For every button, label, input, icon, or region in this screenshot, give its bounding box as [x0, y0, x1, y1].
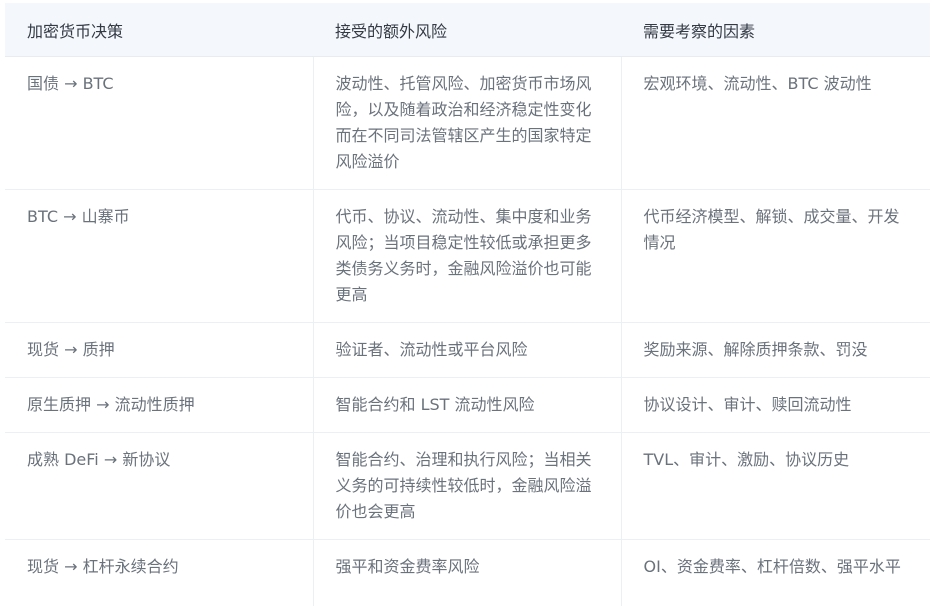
cell-decision: 成熟 DeFi → 新协议 [5, 432, 314, 540]
header-row: 加密货币决策 接受的额外风险 需要考察的因素 [5, 3, 930, 57]
cell-extra-risk: 验证者、流动性或平台风险 [313, 322, 622, 378]
cell-decision: 现货 → 杠杆永续合约 [5, 539, 314, 606]
cell-factors: OI、资金费率、杠杆倍数、强平水平 [621, 539, 930, 606]
header-factors: 需要考察的因素 [621, 3, 930, 57]
table-body: 国债 → BTC 波动性、托管风险、加密货币市场风险，以及随着政治和经济稳定性变… [5, 56, 930, 606]
header-decision: 加密货币决策 [5, 3, 313, 57]
comparison-table-container: 加密货币决策 接受的额外风险 需要考察的因素 国债 → BTC 波动性、托管风险… [5, 3, 930, 606]
table-row: BTC → 山寨币 代币、协议、流动性、集中度和业务风险；当项目稳定性较低或承担… [5, 189, 930, 323]
table-row: 原生质押 → 流动性质押 智能合约和 LST 流动性风险 协议设计、审计、赎回流… [5, 377, 930, 433]
cell-extra-risk: 代币、协议、流动性、集中度和业务风险；当项目稳定性较低或承担更多类债务义务时，金… [313, 189, 622, 323]
cell-extra-risk: 强平和资金费率风险 [313, 539, 622, 606]
cell-extra-risk: 智能合约和 LST 流动性风险 [313, 377, 622, 433]
table-row: 国债 → BTC 波动性、托管风险、加密货币市场风险，以及随着政治和经济稳定性变… [5, 56, 930, 190]
table-row: 现货 → 杠杆永续合约 强平和资金费率风险 OI、资金费率、杠杆倍数、强平水平 [5, 539, 930, 606]
crypto-decision-risk-table: 加密货币决策 接受的额外风险 需要考察的因素 国债 → BTC 波动性、托管风险… [5, 3, 930, 606]
table-row: 成熟 DeFi → 新协议 智能合约、治理和执行风险；当相关义务的可持续性较低时… [5, 432, 930, 540]
header-extra-risk: 接受的额外风险 [313, 3, 621, 57]
table-row: 现货 → 质押 验证者、流动性或平台风险 奖励来源、解除质押条款、罚没 [5, 322, 930, 378]
cell-factors: 奖励来源、解除质押条款、罚没 [621, 322, 930, 378]
cell-extra-risk: 智能合约、治理和执行风险；当相关义务的可持续性较低时，金融风险溢价也会更高 [313, 432, 622, 540]
cell-factors: 宏观环境、流动性、BTC 波动性 [621, 56, 930, 190]
cell-decision: 原生质押 → 流动性质押 [5, 377, 314, 433]
cell-decision: 现货 → 质押 [5, 322, 314, 378]
cell-decision: BTC → 山寨币 [5, 189, 314, 323]
table-header: 加密货币决策 接受的额外风险 需要考察的因素 [5, 3, 930, 57]
cell-factors: 协议设计、审计、赎回流动性 [621, 377, 930, 433]
cell-factors: TVL、审计、激励、协议历史 [621, 432, 930, 540]
cell-factors: 代币经济模型、解锁、成交量、开发情况 [621, 189, 930, 323]
cell-extra-risk: 波动性、托管风险、加密货币市场风险，以及随着政治和经济稳定性变化而在不同司法管辖… [313, 56, 622, 190]
cell-decision: 国债 → BTC [5, 56, 314, 190]
